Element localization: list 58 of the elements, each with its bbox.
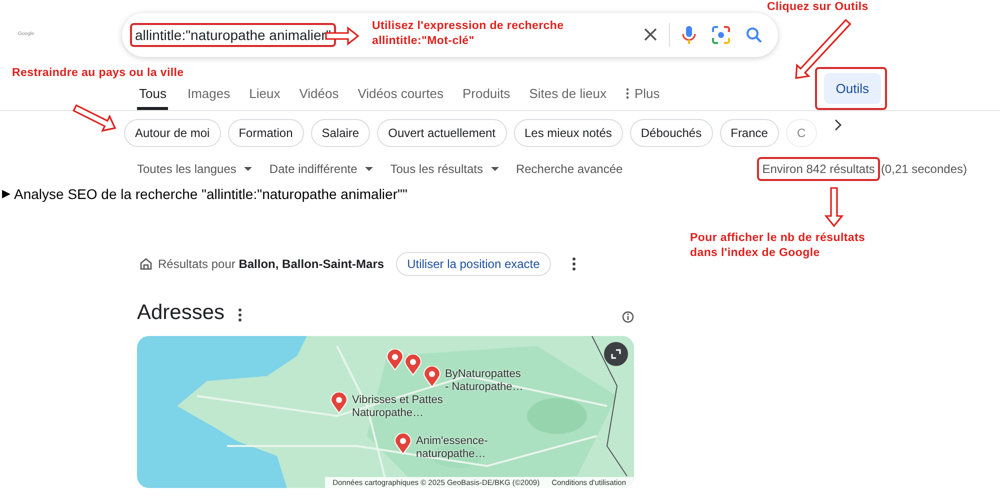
filter-dropdown[interactable]: Date indifférente [269, 160, 374, 178]
caret-icon [244, 167, 252, 171]
arrow [795, 18, 852, 79]
home-icon [140, 258, 152, 270]
filter-chip[interactable]: Formation [228, 119, 304, 147]
search-query: allintitle:"naturopathe animalier" [135, 26, 331, 44]
more-options-icon[interactable] [572, 257, 576, 271]
search-tab[interactable]: Vidéos [299, 80, 339, 110]
summary-text[interactable]: Analyse SEO de la recherche "allintitle:"naturopathe animalier"" [14, 184, 408, 205]
filter-chip[interactable]: Les mieux notés [514, 119, 623, 147]
filter-chip[interactable]: C [786, 119, 817, 147]
search-tab[interactable]: Plus [626, 80, 660, 110]
filter-chip[interactable]: Autour de moi [124, 119, 221, 147]
map-pin-icon[interactable] [394, 433, 412, 455]
search-tab[interactable]: Tous [137, 80, 168, 110]
filter-chip[interactable]: Salaire [310, 119, 370, 147]
info-icon[interactable] [622, 311, 634, 323]
microphone-icon[interactable] [682, 24, 696, 44]
place-label: Anim'essence- naturopathe… [416, 435, 488, 461]
filter-chip[interactable]: France [720, 119, 779, 147]
exact-location-button[interactable]: Utiliser la position exacte [396, 252, 551, 276]
tools-button[interactable]: Outils [824, 72, 882, 104]
map-pin-icon[interactable] [386, 349, 404, 371]
section-title: Adresses [137, 300, 225, 326]
annotation-text: Restraindre au pays ou la ville [12, 66, 184, 81]
annotation-text: Utilisez l'expression de recherche allintitle:"Mot-clé" [372, 19, 564, 49]
chevron-right-icon[interactable] [834, 119, 842, 131]
search-tab[interactable]: Sites de lieux [529, 80, 606, 110]
search-icon[interactable] [746, 26, 762, 42]
filter-chip[interactable]: Ouvert actuellement [377, 119, 506, 147]
result-count: Environ 842 résultats [762, 161, 875, 178]
location-text: Résultats pour Ballon, Ballon-Saint-Mars [158, 256, 384, 273]
filter-dropdown[interactable]: Tous les résultats [390, 160, 499, 178]
caret-icon [490, 167, 499, 171]
arrow [824, 187, 844, 228]
camera-lens-icon[interactable] [712, 26, 730, 44]
more-options-icon [626, 88, 628, 99]
filter-chip[interactable]: Débouchés [630, 119, 713, 147]
search-tab[interactable]: Lieux [249, 80, 280, 110]
arrow [72, 104, 116, 132]
filter-dropdown[interactable]: Toutes les langues [137, 160, 252, 178]
disclosure-triangle[interactable]: ▶ [2, 186, 10, 203]
more-options-icon[interactable] [238, 308, 242, 322]
caret-icon [365, 167, 374, 171]
result-time: (0,21 secondes) [880, 161, 967, 178]
search-tab[interactable]: Produits [462, 80, 510, 110]
advanced-search-link[interactable]: Recherche avancée [516, 160, 623, 178]
map-pin-icon[interactable] [330, 392, 348, 414]
map-pin-icon[interactable] [404, 354, 422, 376]
expand-icon [611, 349, 621, 359]
annotation-text: Cliquez sur Outils [767, 0, 868, 15]
search-tab[interactable]: Vidéos courtes [358, 80, 444, 110]
place-label: ByNaturopattes - Naturopathe… [445, 368, 524, 394]
map-pin-icon[interactable] [423, 366, 441, 388]
close-icon[interactable] [644, 28, 657, 41]
place-label: Vibrisses et Pattes Naturopathe… [352, 394, 443, 420]
search-tab[interactable]: Images [187, 80, 230, 110]
annotation-text: Pour afficher le nb de résultats dans l'index de Google [690, 231, 866, 261]
